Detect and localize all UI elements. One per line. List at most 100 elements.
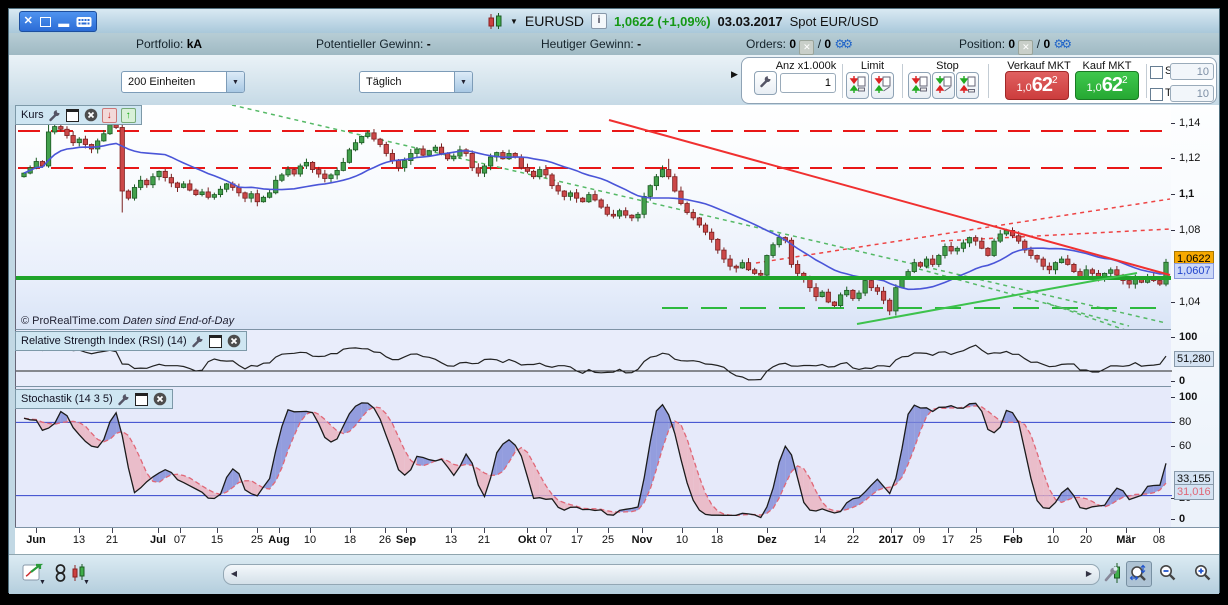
bottom-toolbar: ▼ ▼ ◀ ▶ — [9, 554, 1219, 594]
candle — [488, 156, 494, 167]
candle — [850, 289, 856, 299]
take-profit-checkbox[interactable] — [1150, 88, 1163, 101]
chevron-down-icon[interactable]: ▼ — [39, 579, 46, 586]
time-axis-tick — [717, 528, 718, 533]
candle — [592, 194, 598, 201]
candle — [702, 224, 709, 233]
buy-price-small: 1,0 — [1086, 82, 1102, 94]
candle — [837, 294, 844, 306]
candle — [973, 237, 979, 242]
scroll-right-icon[interactable]: ▶ — [1082, 567, 1096, 580]
wrench-icon[interactable] — [117, 392, 131, 406]
candle — [82, 138, 88, 145]
stop-loss-input[interactable] — [1170, 63, 1214, 80]
trendline[interactable] — [608, 119, 1171, 276]
limit-buy-order-button[interactable] — [871, 72, 894, 99]
wrench-icon[interactable] — [48, 108, 62, 122]
close-panel-icon[interactable] — [153, 392, 167, 406]
candle — [923, 258, 930, 267]
candle — [1071, 264, 1077, 272]
keyboard-icon[interactable] — [76, 16, 92, 28]
stochastic-panel-area[interactable] — [15, 386, 1172, 527]
scroll-left-icon[interactable]: ◀ — [227, 567, 241, 580]
time-axis-label: 07 — [173, 534, 187, 546]
candle — [573, 192, 580, 199]
link-charts-button[interactable] — [51, 561, 69, 585]
time-axis-label: Sep — [395, 534, 417, 546]
horizontal-scrollbar[interactable]: ◀ ▶ — [223, 564, 1100, 585]
buy-marker-icon[interactable]: ↑ — [120, 107, 136, 123]
close-window-icon[interactable]: ✕ — [24, 16, 33, 27]
zoom-in-button[interactable] — [1191, 561, 1215, 585]
time-axis-label: 10 — [303, 534, 317, 546]
time-axis-tick — [79, 528, 80, 533]
detach-window-icon[interactable] — [209, 334, 223, 348]
stop-buy-order-button[interactable] — [932, 72, 955, 99]
candle — [659, 169, 666, 178]
orders-cancel-icon[interactable]: ✕ — [799, 40, 815, 55]
position-close-icon[interactable]: ✕ — [1018, 40, 1034, 55]
instrument-candle-icon — [488, 12, 502, 29]
time-axis-tick — [310, 528, 311, 533]
sell-market-button[interactable]: 1,0622 — [1005, 71, 1069, 100]
sell-price-big: 62 — [1031, 74, 1053, 96]
stop-loss-checkbox[interactable] — [1150, 66, 1163, 79]
candle — [224, 183, 230, 190]
candle — [481, 165, 488, 174]
stochastic-axis-label: 100 — [1179, 391, 1198, 403]
take-profit-input[interactable] — [1170, 85, 1214, 102]
candle — [52, 126, 58, 133]
stop-label: Stop — [936, 60, 959, 72]
timeframe-select-value: Täglich — [366, 76, 402, 88]
trendline[interactable] — [856, 272, 1138, 325]
chevron-down-icon: ▼ — [226, 72, 244, 92]
rsi-panel-header: Relative Strength Index (RSI) (14) — [15, 331, 247, 351]
zoom-out-button[interactable] — [1156, 561, 1180, 585]
chevron-down-icon[interactable]: ▼ — [83, 579, 90, 586]
trade-panel-collapse-arrow[interactable]: ▶ — [731, 69, 738, 80]
kurs-panel-title: Kurs — [21, 109, 44, 121]
buy-market-button[interactable]: 1,0622 — [1075, 71, 1139, 100]
limit-sell-order-button[interactable] — [846, 72, 869, 99]
stop-sell-order-button[interactable] — [908, 72, 931, 99]
close-panel-icon[interactable] — [227, 334, 241, 348]
zoom-selection-button[interactable] — [1126, 561, 1152, 587]
candle — [285, 169, 291, 176]
candle — [745, 262, 752, 271]
info-icon[interactable]: i — [591, 13, 608, 29]
units-select[interactable]: 200 Einheiten ▼ — [121, 71, 245, 93]
time-axis-label: 13 — [444, 534, 458, 546]
chart-settings-button[interactable] — [1102, 561, 1126, 585]
candle — [887, 299, 893, 312]
candle — [629, 214, 635, 219]
time-axis-tick — [527, 528, 528, 533]
time-axis-tick — [1013, 528, 1014, 533]
trendline[interactable] — [755, 198, 1171, 264]
quantity-input[interactable] — [780, 73, 836, 93]
wrench-icon — [760, 75, 772, 88]
candle — [328, 174, 334, 179]
close-panel-icon[interactable] — [84, 108, 98, 122]
orders-settings-icon[interactable]: ⚙⚙ — [834, 37, 852, 51]
timeframe-select[interactable]: Täglich ▼ — [359, 71, 473, 93]
detach-window-icon[interactable] — [135, 392, 149, 406]
position-settings-icon[interactable]: ⚙⚙ — [1053, 37, 1071, 51]
maximize-icon[interactable] — [40, 16, 51, 27]
candle — [266, 192, 273, 198]
candle — [954, 247, 960, 252]
stop-trailing-order-button[interactable] — [956, 72, 979, 99]
sell-marker-icon[interactable]: ↓ — [101, 107, 117, 123]
candle — [1046, 265, 1052, 271]
candle — [217, 188, 224, 196]
units-select-value: 200 Einheiten — [128, 76, 196, 88]
candle — [531, 170, 537, 178]
order-settings-wrench-button[interactable] — [754, 71, 777, 95]
detach-window-icon[interactable] — [66, 108, 80, 122]
minimize-icon[interactable]: ▬ — [58, 19, 69, 30]
wrench-icon[interactable] — [191, 334, 205, 348]
candle — [451, 155, 457, 160]
price-chart-area[interactable] — [15, 104, 1172, 334]
instrument-dropdown-icon[interactable]: ▼ — [510, 17, 518, 26]
time-axis[interactable]: Jun 13 21 Jul 07 15 25 Aug 10 18 26 Sep 13 21 Okt 07 17 2… — [15, 527, 1219, 554]
candle — [365, 132, 371, 137]
